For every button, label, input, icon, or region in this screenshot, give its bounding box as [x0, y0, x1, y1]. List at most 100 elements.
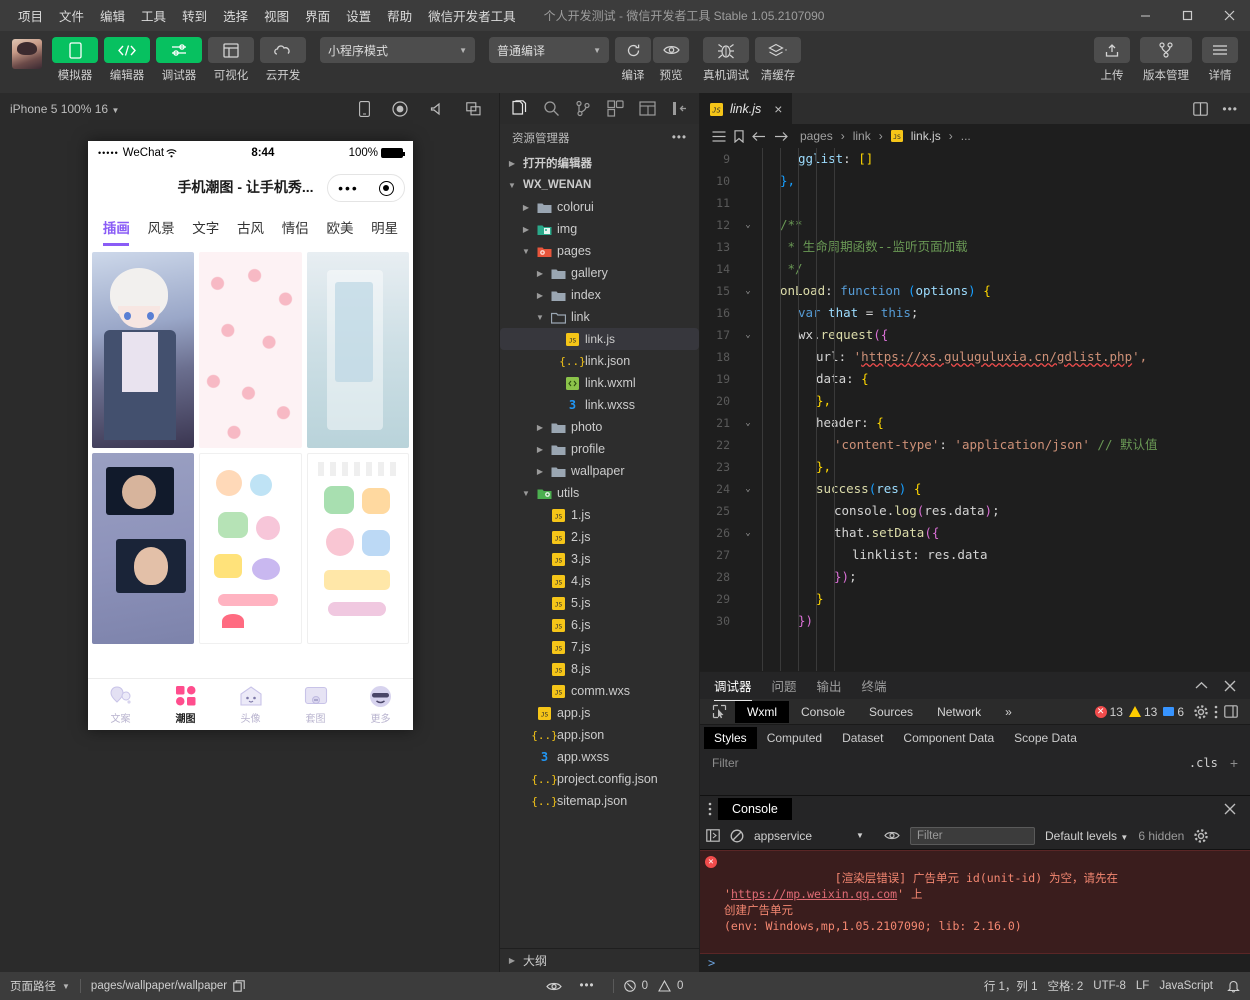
- eye-icon[interactable]: [884, 830, 900, 841]
- phone-tab-chaotu[interactable]: 潮图: [153, 684, 218, 725]
- more-vertical-icon[interactable]: [1214, 705, 1218, 719]
- close-icon[interactable]: [1224, 680, 1236, 692]
- style-tab-scope-data[interactable]: Scope Data: [1004, 727, 1087, 749]
- sidebar-toggle-icon[interactable]: [706, 829, 720, 842]
- fold-chevron-icon[interactable]: ⌄: [740, 522, 756, 544]
- chevron-up-icon[interactable]: [1195, 681, 1208, 690]
- phone-frame[interactable]: ••••• WeChat 8:44 100% 手机潮图 - 让手机秀... ••…: [88, 141, 413, 730]
- add-rule-button[interactable]: +: [1230, 755, 1238, 771]
- style-tab-styles[interactable]: Styles: [704, 727, 757, 749]
- collapse-icon[interactable]: [669, 97, 691, 121]
- breadcrumb-item-pages[interactable]: pages: [800, 129, 833, 143]
- back-icon[interactable]: [752, 131, 766, 142]
- upload-button[interactable]: [1094, 37, 1130, 63]
- image-card[interactable]: [199, 252, 302, 448]
- fold-chevron-icon[interactable]: ⌄: [740, 280, 756, 302]
- panel-tab-debugger[interactable]: 调试器: [714, 676, 752, 701]
- phone-tab-gengduo[interactable]: 更多: [348, 684, 413, 725]
- outline-icon[interactable]: [712, 130, 726, 142]
- page-path-select[interactable]: 页面路径 ▼: [10, 978, 70, 994]
- wxml-panel-icon[interactable]: [637, 97, 659, 121]
- outline-section[interactable]: ▶ 大纲: [500, 948, 699, 972]
- style-tab-component-data[interactable]: Component Data: [893, 727, 1004, 749]
- code-line[interactable]: 12 ⌄ /**: [700, 214, 1250, 236]
- close-button[interactable]: [1208, 0, 1250, 31]
- more-actions-icon[interactable]: •••: [1222, 102, 1238, 116]
- tree-item-comm-wxs[interactable]: JS comm.wxs: [500, 680, 699, 702]
- tree-item-index[interactable]: ▶ index: [500, 284, 699, 306]
- files-icon[interactable]: [508, 97, 530, 121]
- cursor-position[interactable]: 行 1，列 1: [984, 978, 1038, 994]
- capsule-button[interactable]: •••: [327, 174, 405, 202]
- split-editor-icon[interactable]: [1193, 101, 1209, 116]
- file-tree[interactable]: ▶ 打开的编辑器 ▼ WX_WENAN ▶ colorui ▶ img ▼ pages ▶ galle…: [500, 152, 699, 948]
- gear-icon[interactable]: [1194, 704, 1208, 719]
- close-icon[interactable]: ×: [774, 101, 782, 117]
- fold-chevron-icon[interactable]: ⌄: [740, 412, 756, 434]
- menu-item-devtools[interactable]: 微信开发者工具: [420, 2, 524, 29]
- tree-item-6-js[interactable]: JS 6.js: [500, 614, 699, 636]
- code-line[interactable]: 10},: [700, 170, 1250, 192]
- breadcrumb-item-link[interactable]: link: [853, 129, 871, 143]
- panel-tab-terminal[interactable]: 终端: [862, 676, 887, 695]
- tree-item-app-wxss[interactable]: 3 app.wxss: [500, 746, 699, 768]
- styles-filter-input[interactable]: Filter: [712, 756, 739, 770]
- devtools-tab-console[interactable]: Console: [789, 701, 857, 723]
- code-line[interactable]: 26 ⌄ that.setData({: [700, 522, 1250, 544]
- editor-toggle-button[interactable]: 编辑器: [104, 37, 150, 83]
- code-line[interactable]: 18 url: 'https://xs.guluguluxia.cn/gdlist…: [700, 346, 1250, 368]
- inspect-icon[interactable]: [704, 704, 735, 719]
- code-line[interactable]: 28});: [700, 566, 1250, 588]
- panel-tab-problems[interactable]: 问题: [772, 676, 797, 695]
- code-line[interactable]: 21 ⌄ header: {: [700, 412, 1250, 434]
- menu-item-help[interactable]: 帮助: [379, 2, 420, 29]
- volume-icon[interactable]: [430, 102, 444, 116]
- style-tab-dataset[interactable]: Dataset: [832, 727, 893, 749]
- fold-chevron-icon[interactable]: ⌄: [740, 478, 756, 500]
- fold-chevron-icon[interactable]: ⌄: [740, 324, 756, 346]
- record-icon[interactable]: [392, 100, 408, 117]
- version-control-button[interactable]: [1140, 37, 1192, 63]
- category-tab-4[interactable]: 情侣: [273, 209, 318, 246]
- phone-tab-touxiang[interactable]: 头像: [218, 684, 283, 725]
- menu-item-settings[interactable]: 设置: [338, 2, 379, 29]
- bookmark-icon[interactable]: [734, 129, 744, 143]
- tree-item-2-js[interactable]: JS 2.js: [500, 526, 699, 548]
- tree-item-profile[interactable]: ▶ profile: [500, 438, 699, 460]
- eye-icon[interactable]: [545, 981, 562, 992]
- devtools-tab-sources[interactable]: Sources: [857, 701, 925, 723]
- tree-item-3-js[interactable]: JS 3.js: [500, 548, 699, 570]
- category-tab-6[interactable]: 明星: [362, 209, 407, 246]
- image-card[interactable]: [199, 453, 302, 644]
- tree-item-link-wxss[interactable]: 3 link.wxss: [500, 394, 699, 416]
- warning-badge[interactable]: 13: [1128, 705, 1157, 719]
- devtools-tab-network[interactable]: Network: [925, 701, 993, 723]
- category-tab-1[interactable]: 风景: [139, 209, 184, 246]
- image-card[interactable]: [306, 453, 409, 644]
- tree-item-link-wxml[interactable]: link.wxml: [500, 372, 699, 394]
- category-tab-0[interactable]: 插画: [94, 209, 139, 246]
- menu-item-edit[interactable]: 编辑: [92, 2, 133, 29]
- tree-item-app-js[interactable]: JS app.js: [500, 702, 699, 724]
- forward-icon[interactable]: [774, 131, 788, 142]
- menu-item-ui[interactable]: 界面: [297, 2, 338, 29]
- cls-button[interactable]: .cls: [1189, 756, 1218, 770]
- code-line[interactable]: 20},: [700, 390, 1250, 412]
- code-line[interactable]: 14 */: [700, 258, 1250, 280]
- more-actions-icon[interactable]: •••: [672, 132, 687, 144]
- extensions-icon[interactable]: [605, 97, 627, 121]
- image-card[interactable]: [92, 453, 195, 644]
- settings-gear-icon[interactable]: [1194, 828, 1209, 843]
- console-levels-select[interactable]: Default levels ▼: [1045, 829, 1128, 843]
- user-avatar[interactable]: [12, 39, 42, 69]
- category-tab-2[interactable]: 文字: [183, 209, 228, 246]
- image-card[interactable]: [92, 252, 195, 448]
- simulator-toggle-button[interactable]: 模拟器: [52, 37, 98, 83]
- console-output[interactable]: ✕ [渲染层错误] 广告单元 id(unit-id) 为空，请先在 'https:…: [700, 850, 1250, 972]
- menu-item-view[interactable]: 视图: [256, 2, 297, 29]
- status-more-icon[interactable]: •••: [580, 980, 595, 992]
- code-line[interactable]: 24 ⌄ success(res) {: [700, 478, 1250, 500]
- minimize-button[interactable]: [1124, 0, 1166, 31]
- dock-icon[interactable]: [1224, 705, 1238, 718]
- console-filter-input[interactable]: Filter: [910, 826, 1035, 845]
